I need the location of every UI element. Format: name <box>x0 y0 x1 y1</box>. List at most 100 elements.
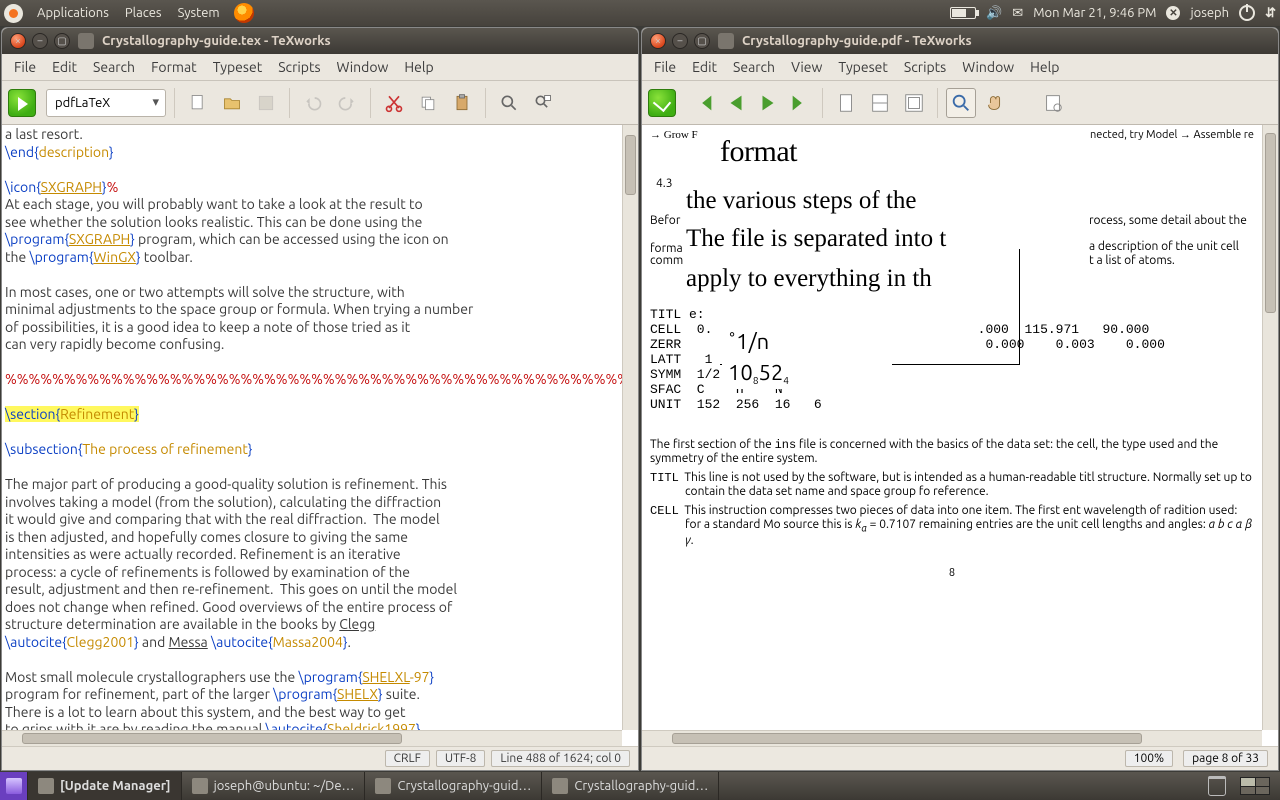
pdf-typeset-button[interactable] <box>648 89 676 117</box>
engine-combo[interactable]: pdfLaTeX <box>46 89 166 117</box>
trash-icon[interactable] <box>1208 776 1226 796</box>
taskbar-item[interactable]: [Update Manager] <box>28 772 182 800</box>
status-lineending[interactable]: CRLF <box>385 750 430 767</box>
pdf-title: Crystallography-guide.pdf - TeXworks <box>742 34 972 48</box>
volume-icon[interactable]: 🔊 <box>986 6 1002 21</box>
firefox-icon[interactable] <box>234 3 254 23</box>
gnome-top-panel: Applications Places System 🔊 ✉ Mon Mar 2… <box>0 0 1280 26</box>
menu-window[interactable]: Window <box>329 59 397 75</box>
battery-icon[interactable] <box>950 7 976 19</box>
editor-title: Crystallography-guide.tex - TeXworks <box>102 34 331 48</box>
source-editor[interactable]: a last resort. \end{description} \icon{S… <box>2 125 638 746</box>
prev-page-button[interactable] <box>722 89 750 117</box>
menu-edit[interactable]: Edit <box>684 59 725 75</box>
menu-system[interactable]: System <box>170 6 228 20</box>
fit-actual-button[interactable] <box>831 88 861 118</box>
menu-search[interactable]: Search <box>85 59 143 75</box>
pdf-text: the various steps of the <box>686 187 1254 215</box>
menu-applications[interactable]: Applications <box>29 6 117 20</box>
taskbar-item[interactable]: Crystallography-guid… <box>542 772 719 800</box>
minimize-button[interactable]: – <box>672 33 688 49</box>
menu-file[interactable]: File <box>6 59 44 75</box>
magnify-tool-button[interactable] <box>946 88 976 118</box>
open-file-button[interactable] <box>217 88 247 118</box>
menu-edit[interactable]: Edit <box>44 59 85 75</box>
texworks-icon <box>552 778 568 794</box>
find-button[interactable] <box>494 88 524 118</box>
new-file-button[interactable] <box>183 88 213 118</box>
scroll-tool-button[interactable] <box>980 88 1010 118</box>
minimize-button[interactable]: – <box>32 33 48 49</box>
pdf-heading: format <box>720 135 1254 169</box>
menu-scripts[interactable]: Scripts <box>896 59 954 75</box>
find-replace-button[interactable] <box>528 88 558 118</box>
next-page-button[interactable] <box>754 89 782 117</box>
menu-typeset[interactable]: Typeset <box>830 59 896 75</box>
taskbar-label: Crystallography-guid… <box>574 779 708 793</box>
pdf-hscrollbar[interactable] <box>642 730 1262 746</box>
engine-label: pdfLaTeX <box>55 96 110 110</box>
editor-hscrollbar[interactable] <box>2 730 622 746</box>
menu-window[interactable]: Window <box>954 59 1022 75</box>
pdf-menubar: File Edit Search View Typeset Scripts Wi… <box>642 54 1278 81</box>
session-icon[interactable]: ✕ <box>1166 6 1180 20</box>
editor-menubar: File Edit Search Format Typeset Scripts … <box>2 54 638 81</box>
status-encoding[interactable]: UTF-8 <box>436 750 485 767</box>
menu-typeset[interactable]: Typeset <box>205 59 271 75</box>
last-page-button[interactable] <box>786 89 814 117</box>
redo-button[interactable] <box>332 88 362 118</box>
texworks-icon <box>375 778 391 794</box>
pdf-statusbar: 100% page 8 of 33 <box>642 746 1278 770</box>
paste-button[interactable] <box>447 88 477 118</box>
menu-search[interactable]: Search <box>725 59 783 75</box>
editor-statusbar: CRLF UTF-8 Line 488 of 1624; col 0 <box>2 746 638 770</box>
ubuntu-logo-icon[interactable] <box>4 4 23 23</box>
close-button[interactable]: × <box>10 33 26 49</box>
menu-help[interactable]: Help <box>1022 59 1067 75</box>
maximize-button[interactable]: ▢ <box>694 33 710 49</box>
pdf-desc-item: TITL This line is not used by the softwa… <box>650 471 1254 498</box>
fit-window-button[interactable] <box>899 88 929 118</box>
status-zoom[interactable]: 100% <box>1125 750 1173 767</box>
first-page-button[interactable] <box>690 89 718 117</box>
cut-button[interactable] <box>379 88 409 118</box>
pdf-vscrollbar[interactable] <box>1262 125 1278 730</box>
taskbar-label: [Update Manager] <box>60 779 171 793</box>
taskbar-item[interactable]: joseph@ubuntu: ~/De… <box>182 772 366 800</box>
status-position: Line 488 of 1624; col 0 <box>491 750 630 767</box>
pdf-window: × – ▢ Crystallography-guide.pdf - TeXwor… <box>641 27 1279 771</box>
show-desktop-button[interactable] <box>0 772 28 800</box>
pdf-desc-item: CELL This instruction compresses two pie… <box>650 504 1254 546</box>
undo-button[interactable] <box>298 88 328 118</box>
menu-places[interactable]: Places <box>117 6 170 20</box>
text-select-tool-button[interactable] <box>1038 88 1068 118</box>
menu-file[interactable]: File <box>646 59 684 75</box>
menu-help[interactable]: Help <box>396 59 441 75</box>
menu-scripts[interactable]: Scripts <box>270 59 328 75</box>
user-menu[interactable]: joseph <box>1190 6 1229 20</box>
magnifier-overlay-content: ˚1/n 108524 <box>722 325 892 389</box>
menu-format[interactable]: Format <box>143 59 205 75</box>
save-file-button[interactable] <box>251 88 281 118</box>
editor-titlebar[interactable]: × – ▢ Crystallography-guide.tex - TeXwor… <box>2 28 638 54</box>
power-icon[interactable] <box>1239 5 1255 21</box>
taskbar-item[interactable]: Crystallography-guid… <box>365 772 542 800</box>
accessibility-icon[interactable]: ⇵ <box>1265 6 1276 21</box>
fit-width-button[interactable] <box>865 88 895 118</box>
status-page: page 8 of 33 <box>1183 750 1268 767</box>
texworks-editor-icon <box>78 33 94 49</box>
pdf-page-number: 8 <box>650 567 1254 579</box>
mail-icon[interactable]: ✉ <box>1012 6 1023 21</box>
pdf-text: rocess, some detail about the <box>1089 213 1254 229</box>
pdf-viewport[interactable]: → Grow F nected, try Model → Assemble re… <box>642 125 1278 746</box>
texworks-pdf-icon <box>718 33 734 49</box>
maximize-button[interactable]: ▢ <box>54 33 70 49</box>
typeset-button[interactable] <box>8 89 36 117</box>
workspace-switcher[interactable] <box>1240 777 1270 795</box>
pdf-titlebar[interactable]: × – ▢ Crystallography-guide.pdf - TeXwor… <box>642 28 1278 54</box>
editor-vscrollbar[interactable] <box>622 125 638 730</box>
clock[interactable]: Mon Mar 21, 9:46 PM <box>1033 6 1156 20</box>
menu-view[interactable]: View <box>783 59 830 75</box>
close-button[interactable]: × <box>650 33 666 49</box>
copy-button[interactable] <box>413 88 443 118</box>
